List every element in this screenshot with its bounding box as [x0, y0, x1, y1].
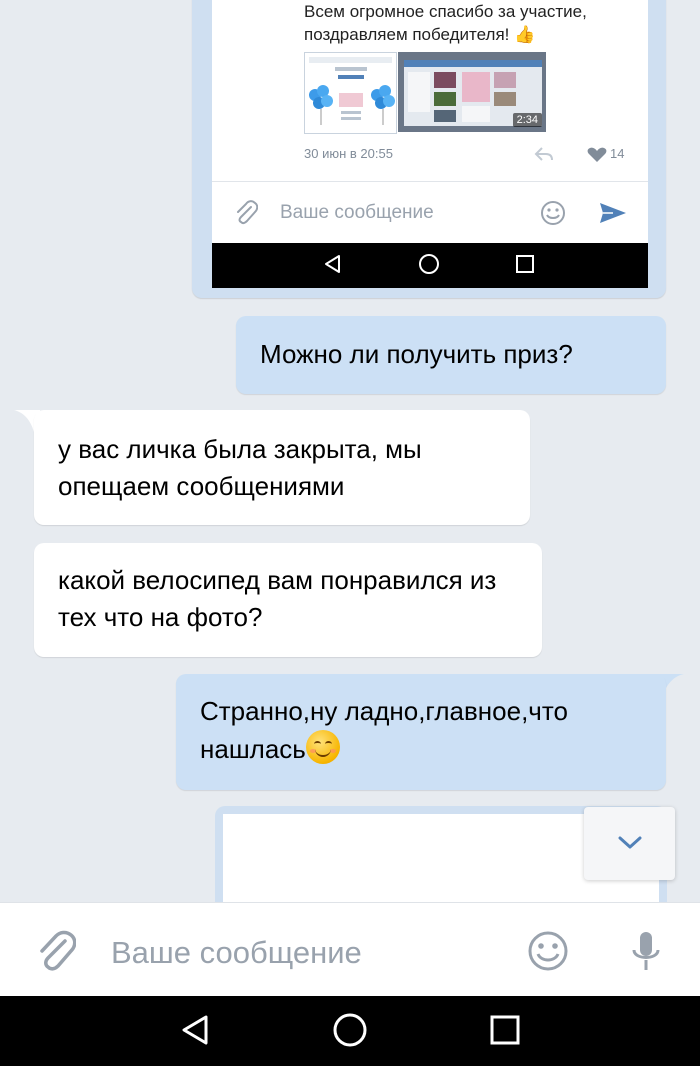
reply-icon	[534, 147, 553, 161]
home-icon[interactable]	[332, 1012, 368, 1048]
smiling-face-icon	[305, 730, 340, 764]
video-duration: 2:34	[512, 113, 542, 127]
inner-android-navbar	[212, 243, 648, 288]
inner-input-placeholder: Ваше сообщение	[280, 202, 434, 223]
paperclip-icon	[237, 200, 258, 225]
microphone-icon[interactable]	[630, 930, 662, 974]
back-icon[interactable]	[180, 1014, 210, 1046]
smile-icon	[541, 201, 565, 225]
android-navbar	[0, 996, 700, 1066]
message-text: Странно,ну ладно,главное,что нашлась	[200, 696, 568, 764]
inner-message-input: Ваше сообщение	[212, 181, 648, 242]
paperclip-icon[interactable]	[36, 930, 76, 974]
send-icon	[600, 203, 626, 223]
scroll-to-bottom-button[interactable]	[584, 807, 675, 880]
message-text: какой велосипед вам понравился из тех чт…	[58, 565, 497, 632]
heart-icon	[587, 147, 607, 162]
message-bubble-outgoing[interactable]: Можно ли получить приз?	[236, 316, 666, 394]
recents-icon	[516, 255, 534, 273]
smile-icon[interactable]	[527, 930, 569, 972]
message-composer: Ваше сообщение	[0, 902, 700, 997]
shared-screenshot[interactable]: Всем огромное спасибо за участие, поздра…	[212, 0, 648, 288]
message-input[interactable]: Ваше сообщение	[111, 935, 362, 971]
recents-icon[interactable]	[490, 1015, 520, 1045]
chevron-down-icon	[618, 836, 642, 849]
message-bubble-incoming[interactable]: какой велосипед вам понравился из тех чт…	[34, 543, 542, 657]
message-text: у вас личка была закрыта, мы опещаем соо…	[58, 434, 422, 501]
post-photo-thumbnail	[304, 52, 397, 134]
home-icon	[419, 254, 439, 274]
message-text: Можно ли получить приз?	[260, 339, 573, 369]
post-date: 30 июн в 20:55	[304, 146, 393, 161]
post-video-thumbnail[interactable]: 2:34	[398, 52, 546, 132]
message-bubble-incoming[interactable]: у вас личка была закрыта, мы опещаем соо…	[34, 410, 530, 525]
shared-post-text: Всем огромное спасибо за участие, поздра…	[304, 2, 587, 44]
post-like-count: 14	[610, 146, 625, 161]
message-bubble-outgoing[interactable]: Странно,ну ладно,главное,что нашлась	[176, 674, 666, 790]
balloons-image	[309, 57, 395, 125]
back-icon	[325, 255, 340, 273]
